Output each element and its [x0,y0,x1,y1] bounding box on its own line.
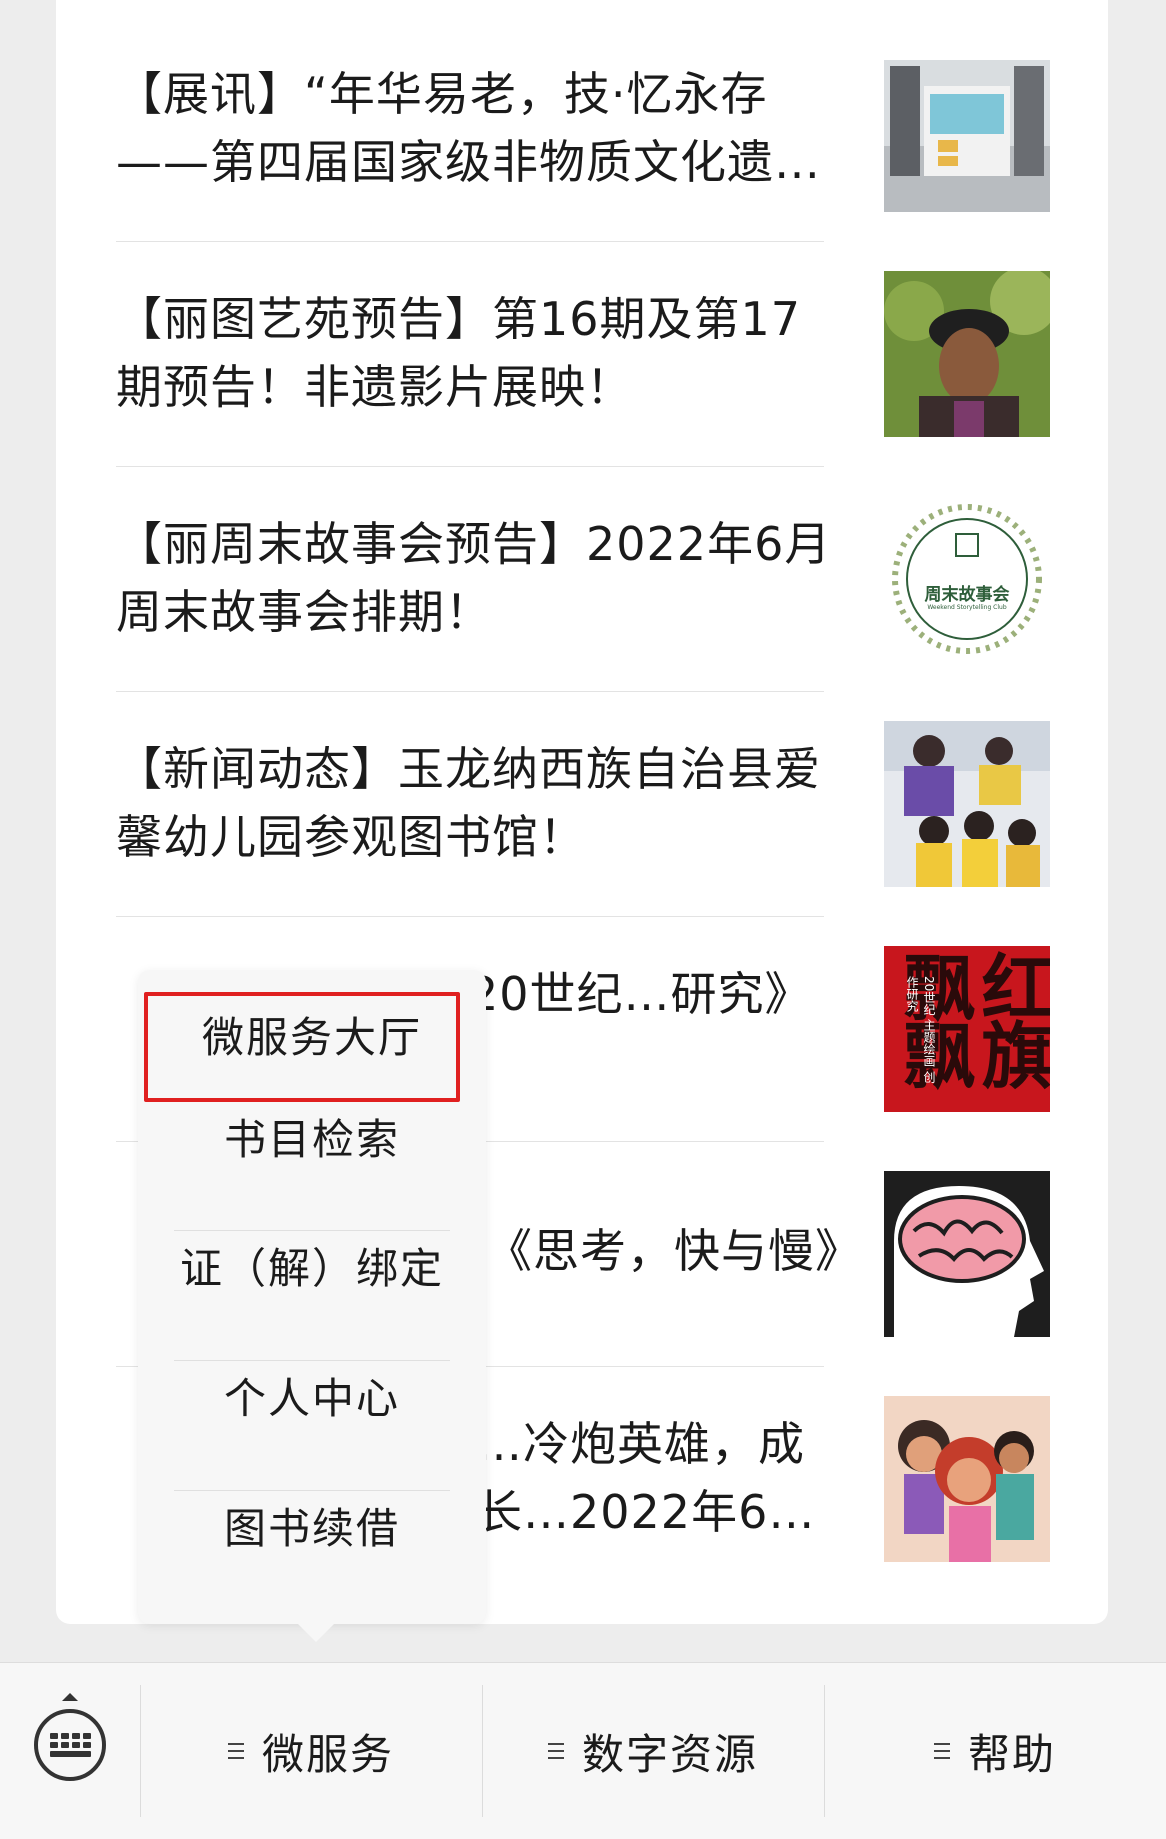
article-thumbnail[interactable] [884,46,1050,212]
nav-label: 帮助 [967,1729,1056,1779]
logo-subtext: Weekend Storytelling Club [927,604,1007,611]
article-item[interactable]: 【新闻动态】玉龙纳西族自治县爱馨幼儿园参观图书馆！ [116,675,1146,917]
article-thumbnail[interactable] [884,721,1050,887]
article-title[interactable]: 《思考，快与慢》 [486,1217,846,1285]
brain-book-cover[interactable] [884,1171,1050,1337]
nav-help[interactable]: 帮助 [824,1663,1166,1839]
menu-item-book-renewal[interactable]: 图书续借 [138,1461,486,1589]
article-title[interactable]: 【新闻动态】玉龙纳西族自治县爱馨幼儿园参观图书馆！ [116,735,836,871]
caret-up-icon [62,1693,78,1701]
storytelling-club-logo[interactable]: 周末故事会 Weekend Storytelling Club [884,496,1050,662]
red-flag-book-cover[interactable]: 红旗飘飘 20世纪 主题绘画 创作研究 [884,946,1050,1112]
bottom-menu-bar: 微服务 数字资源 帮助 [0,1662,1166,1839]
keyboard-icon[interactable] [34,1709,106,1781]
article-item[interactable]: 【展讯】“年华易老，技·忆永存——第四届国家级非物质文化遗… [116,0,1146,242]
article-item[interactable]: 【丽图艺苑预告】第16期及第17期预告！非遗影片展映！ [116,225,1146,467]
article-title[interactable]: 【丽图艺苑预告】第16期及第17期预告！非遗影片展映！ [116,285,836,421]
cover-side-text: 20世纪 主题绘画 创作研究 [905,976,936,1083]
article-title[interactable]: 【丽周末故事会预告】2022年6月周末故事会排期！ [116,510,836,646]
highlight-box [144,992,460,1102]
article-item[interactable]: 【丽周末故事会预告】2022年6月周末故事会排期！ 周末故事会 Weekend … [116,450,1146,692]
animated-movie-poster[interactable] [884,1396,1050,1562]
menu-item-personal-center[interactable]: 个人中心 [138,1331,486,1459]
menu-lines-icon [227,1743,244,1759]
nav-micro-service[interactable]: 微服务 [140,1663,482,1839]
nav-label: 数字资源 [581,1729,758,1779]
popup-pointer [298,1624,334,1642]
cover-title: 红旗飘飘 [891,950,1050,1086]
article-thumbnail[interactable] [884,271,1050,437]
menu-lines-icon [933,1743,950,1759]
menu-lines-icon [547,1743,564,1759]
nav-label: 微服务 [261,1729,394,1779]
article-title[interactable]: …冷炮英雄，成长…2022年6月11日… [476,1410,846,1546]
nav-digital-resources[interactable]: 数字资源 [482,1663,824,1839]
logo-text: 周末故事会 [924,585,1010,605]
menu-item-card-binding[interactable]: 证（解）绑定 [138,1201,486,1329]
article-title[interactable]: 【展讯】“年华易老，技·忆永存——第四届国家级非物质文化遗… [116,60,836,196]
